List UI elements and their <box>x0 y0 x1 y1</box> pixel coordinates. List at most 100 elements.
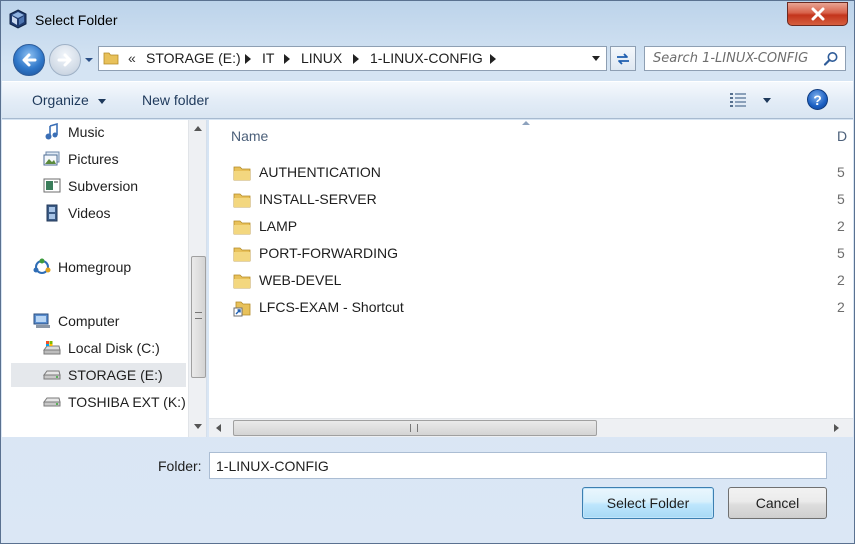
computer-icon <box>32 312 52 330</box>
nav-item-label: TOSHIBA EXT (K:) <box>68 394 186 410</box>
nav-item-videos[interactable]: Videos <box>42 201 111 225</box>
breadcrumb-it[interactable]: IT <box>262 50 274 66</box>
scrollbar-thumb[interactable] <box>191 256 206 378</box>
folder-icon <box>233 247 251 262</box>
navigation-pane: Music Pictures Subversion Videos Homegro… <box>2 120 207 437</box>
file-list: Name D AUTHENTICATION 5 INSTALL-SERVER 5… <box>209 120 853 437</box>
nav-item-label: Computer <box>58 313 120 329</box>
select-folder-button[interactable]: Select Folder <box>582 487 714 519</box>
file-date: 2 <box>837 299 845 315</box>
window-title: Select Folder <box>35 12 118 28</box>
select-folder-dialog: Select Folder « STORAGE (E:) IT LINUX 1-… <box>0 0 855 544</box>
scroll-up-icon[interactable] <box>194 126 202 131</box>
music-icon <box>42 123 62 141</box>
folder-icon <box>103 52 119 65</box>
close-button[interactable] <box>787 2 848 26</box>
grip-icon <box>410 424 418 432</box>
folder-icon <box>233 193 251 208</box>
grip-icon <box>195 312 202 319</box>
chevron-down-icon <box>85 58 93 62</box>
address-overflow[interactable]: « <box>128 50 136 66</box>
folder-name-input[interactable] <box>209 452 827 479</box>
refresh-icon <box>617 52 629 65</box>
search-box[interactable] <box>644 46 846 71</box>
folder-label: Folder: <box>158 458 202 474</box>
sort-ascending-icon <box>522 121 530 125</box>
back-arrow-icon <box>22 53 37 67</box>
file-date: 2 <box>837 218 845 234</box>
file-row[interactable]: AUTHENTICATION 5 <box>209 160 853 186</box>
file-name: AUTHENTICATION <box>259 164 381 180</box>
file-name: PORT-FORWARDING <box>259 245 398 261</box>
breadcrumb-linux[interactable]: LINUX <box>301 50 342 66</box>
forward-button[interactable] <box>49 44 81 76</box>
file-date: 2 <box>837 272 845 288</box>
file-row[interactable]: LFCS-EXAM - Shortcut 2 <box>209 295 853 321</box>
nav-item-label: STORAGE (E:) <box>68 367 163 383</box>
help-icon: ? <box>813 91 822 108</box>
nav-item-label: Local Disk (C:) <box>68 340 160 356</box>
nav-item-label: Homegroup <box>58 259 132 275</box>
file-name: LAMP <box>259 218 298 234</box>
horizontal-scrollbar[interactable] <box>209 418 853 437</box>
new-folder-button[interactable]: New folder <box>142 92 209 108</box>
search-input[interactable] <box>647 48 817 69</box>
breadcrumb-separator-icon[interactable] <box>490 54 496 64</box>
file-row[interactable]: INSTALL-SERVER 5 <box>209 187 853 213</box>
file-name: WEB-DEVEL <box>259 272 342 288</box>
scroll-right-icon[interactable] <box>834 424 839 432</box>
view-dropdown-icon[interactable] <box>763 98 771 103</box>
breadcrumb-storage[interactable]: STORAGE (E:) <box>146 50 241 66</box>
file-date: 5 <box>837 164 845 180</box>
drive-icon <box>42 393 62 411</box>
view-options-icon[interactable] <box>728 91 748 109</box>
scroll-down-icon[interactable] <box>194 424 202 429</box>
close-icon <box>811 7 824 21</box>
folder-icon <box>233 166 251 181</box>
column-name[interactable]: Name <box>231 128 268 144</box>
nav-item-label: Subversion <box>68 178 139 194</box>
organize-button[interactable]: Organize <box>32 92 89 108</box>
nav-item-music[interactable]: Music <box>42 120 105 144</box>
refresh-button[interactable] <box>610 46 636 71</box>
file-date: 5 <box>837 191 845 207</box>
scroll-left-icon[interactable] <box>216 424 221 432</box>
nav-item-label: Music <box>68 124 105 140</box>
help-button[interactable]: ? <box>807 89 828 110</box>
forward-arrow-icon <box>57 53 72 67</box>
breadcrumb-separator-icon[interactable] <box>284 54 290 64</box>
file-date: 5 <box>837 245 845 261</box>
nav-item-homegroup[interactable]: Homegroup <box>32 255 131 279</box>
scrollbar-thumb[interactable] <box>233 420 597 436</box>
nav-pane-scrollbar[interactable] <box>188 120 206 437</box>
recent-pages-button[interactable] <box>83 53 95 67</box>
address-dropdown-icon[interactable] <box>592 56 600 61</box>
nav-item-computer[interactable]: Computer <box>32 309 119 333</box>
nav-item-subversion[interactable]: Subversion <box>42 174 138 198</box>
file-row[interactable]: LAMP 2 <box>209 214 853 240</box>
file-row[interactable]: WEB-DEVEL 2 <box>209 268 853 294</box>
nav-item-local-disk[interactable]: Local Disk (C:) <box>42 336 160 360</box>
breadcrumb-current[interactable]: 1-LINUX-CONFIG <box>370 50 483 66</box>
videos-icon <box>42 204 62 222</box>
chevron-down-icon[interactable] <box>98 99 106 104</box>
file-row[interactable]: PORT-FORWARDING 5 <box>209 241 853 267</box>
back-button[interactable] <box>13 44 45 76</box>
search-icon[interactable] <box>823 51 839 67</box>
address-bar[interactable]: « STORAGE (E:) IT LINUX 1-LINUX-CONFIG <box>98 46 607 71</box>
pictures-icon <box>42 150 62 168</box>
breadcrumb-separator-icon[interactable] <box>245 54 251 64</box>
homegroup-icon <box>32 258 52 276</box>
file-name: INSTALL-SERVER <box>259 191 377 207</box>
breadcrumb-separator-icon[interactable] <box>353 54 359 64</box>
shortcut-icon <box>233 301 251 317</box>
nav-item-storage[interactable]: STORAGE (E:) <box>11 363 186 387</box>
nav-item-toshiba[interactable]: TOSHIBA EXT (K:) <box>42 390 186 414</box>
nav-item-label: Videos <box>68 205 111 221</box>
nav-item-pictures[interactable]: Pictures <box>42 147 119 171</box>
cancel-button[interactable]: Cancel <box>728 487 827 519</box>
folder-icon <box>233 220 251 235</box>
subversion-icon <box>42 177 62 195</box>
drive-icon <box>42 366 62 384</box>
column-date[interactable]: D <box>837 128 847 144</box>
